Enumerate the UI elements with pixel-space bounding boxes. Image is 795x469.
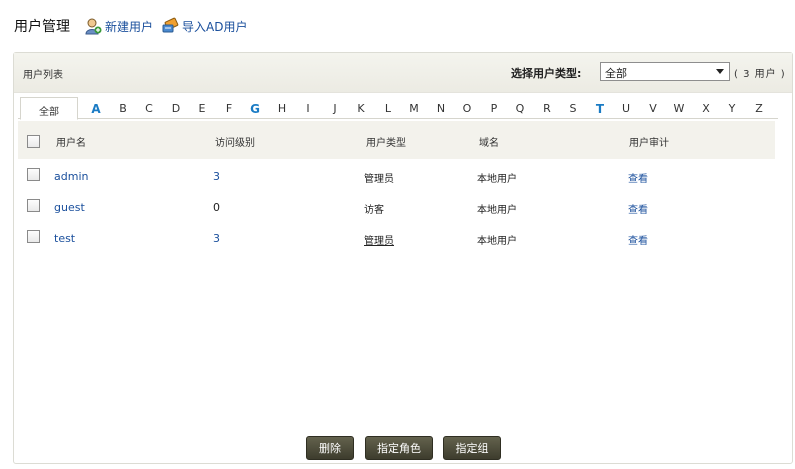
select-all-checkbox[interactable] (27, 135, 40, 148)
letter-tab-y[interactable]: Y (725, 97, 739, 120)
letter-tab-t[interactable]: T (593, 97, 607, 120)
import-ad-label: 导入AD用户 (182, 19, 248, 34)
user-type-value: 全部 (605, 67, 627, 80)
user-type-link[interactable]: 管理员 (364, 232, 394, 247)
username-link[interactable]: test (54, 232, 75, 245)
letter-tab-k[interactable]: K (354, 97, 368, 120)
row-checkbox[interactable] (27, 199, 40, 212)
letter-tab-l[interactable]: L (381, 97, 395, 120)
letter-tab-n[interactable]: N (434, 97, 448, 120)
user-type: 管理员 (364, 174, 394, 185)
table-row: test 3 管理员 本地用户 查看 (18, 222, 775, 253)
col-username: 用户名 (56, 138, 86, 149)
import-icon (162, 17, 179, 33)
domain: 本地用户 (477, 205, 517, 216)
letter-tab-u[interactable]: U (619, 97, 633, 120)
user-type-label: 选择用户类型: (511, 67, 582, 80)
letter-tab-o[interactable]: O (460, 97, 474, 120)
access-level-link[interactable]: 3 (213, 170, 220, 183)
delete-button[interactable]: 删除 (306, 436, 354, 460)
letter-tab-d[interactable]: D (169, 97, 183, 120)
col-domain: 域名 (479, 138, 499, 149)
page-title: 用户管理 (14, 19, 70, 35)
letter-tab-b[interactable]: B (116, 97, 130, 120)
access-level: 0 (213, 201, 220, 214)
letter-tab-g[interactable]: G (248, 97, 262, 120)
letter-tab-q[interactable]: Q (513, 97, 527, 120)
user-count: ( 3 用户 ) (734, 69, 786, 80)
table-header: 用户名 访问级别 用户类型 域名 用户审计 (18, 121, 775, 159)
new-user-button[interactable]: 新建用户 (84, 17, 153, 35)
letter-tab-h[interactable]: H (275, 97, 289, 120)
letter-tab-j[interactable]: J (328, 97, 342, 120)
letter-tab-s[interactable]: S (566, 97, 580, 120)
letter-tab-z[interactable]: Z (752, 97, 766, 120)
alphabet-filter: 全部 ABCDEFGHIJKLMNOPQRSTUVWXYZ (18, 97, 778, 120)
domain: 本地用户 (477, 174, 517, 185)
letter-tab-r[interactable]: R (540, 97, 554, 120)
assign-role-button[interactable]: 指定角色 (365, 436, 433, 460)
import-ad-user-button[interactable]: 导入AD用户 (161, 17, 247, 35)
new-user-label: 新建用户 (105, 19, 154, 34)
letter-tab-p[interactable]: P (487, 97, 501, 120)
letter-tab-x[interactable]: X (699, 97, 713, 120)
letter-tab-f[interactable]: F (222, 97, 236, 120)
letter-tab-e[interactable]: E (195, 97, 209, 120)
panel-header: 用户列表 选择用户类型: 全部 ( 3 用户 ) (14, 53, 792, 93)
col-audit: 用户审计 (629, 138, 669, 149)
row-checkbox[interactable] (27, 230, 40, 243)
user-list-panel: 用户列表 选择用户类型: 全部 ( 3 用户 ) 全部 ABCDEFGHIJKL… (13, 52, 793, 464)
user-add-icon (85, 18, 102, 35)
audit-view-link[interactable]: 查看 (628, 232, 648, 247)
audit-view-link[interactable]: 查看 (628, 201, 648, 216)
table-row: admin 3 管理员 本地用户 查看 (18, 160, 775, 191)
top-bar: 用户管理 新建用户 导入AD用户 (14, 14, 255, 38)
access-level-link[interactable]: 3 (213, 232, 220, 245)
domain: 本地用户 (477, 236, 517, 247)
audit-view-link[interactable]: 查看 (628, 170, 648, 185)
row-checkbox[interactable] (27, 168, 40, 181)
user-type-select[interactable]: 全部 (600, 62, 730, 81)
table-row: guest 0 访客 本地用户 查看 (18, 191, 775, 222)
tab-all[interactable]: 全部 (20, 97, 78, 120)
user-type: 访客 (364, 205, 384, 216)
letter-tab-a[interactable]: A (89, 97, 103, 120)
letter-tab-v[interactable]: V (646, 97, 660, 120)
letter-tab-c[interactable]: C (142, 97, 156, 120)
col-user-type: 用户类型 (366, 138, 406, 149)
letter-tab-m[interactable]: M (407, 97, 421, 120)
col-access-level: 访问级别 (215, 138, 255, 149)
assign-group-button[interactable]: 指定组 (443, 436, 501, 460)
letter-tab-w[interactable]: W (672, 97, 686, 120)
username-link[interactable]: guest (54, 201, 85, 214)
username-link[interactable]: admin (54, 170, 88, 183)
panel-title: 用户列表 (23, 70, 63, 81)
chevron-down-icon (716, 69, 724, 74)
letter-tab-i[interactable]: I (301, 97, 315, 120)
